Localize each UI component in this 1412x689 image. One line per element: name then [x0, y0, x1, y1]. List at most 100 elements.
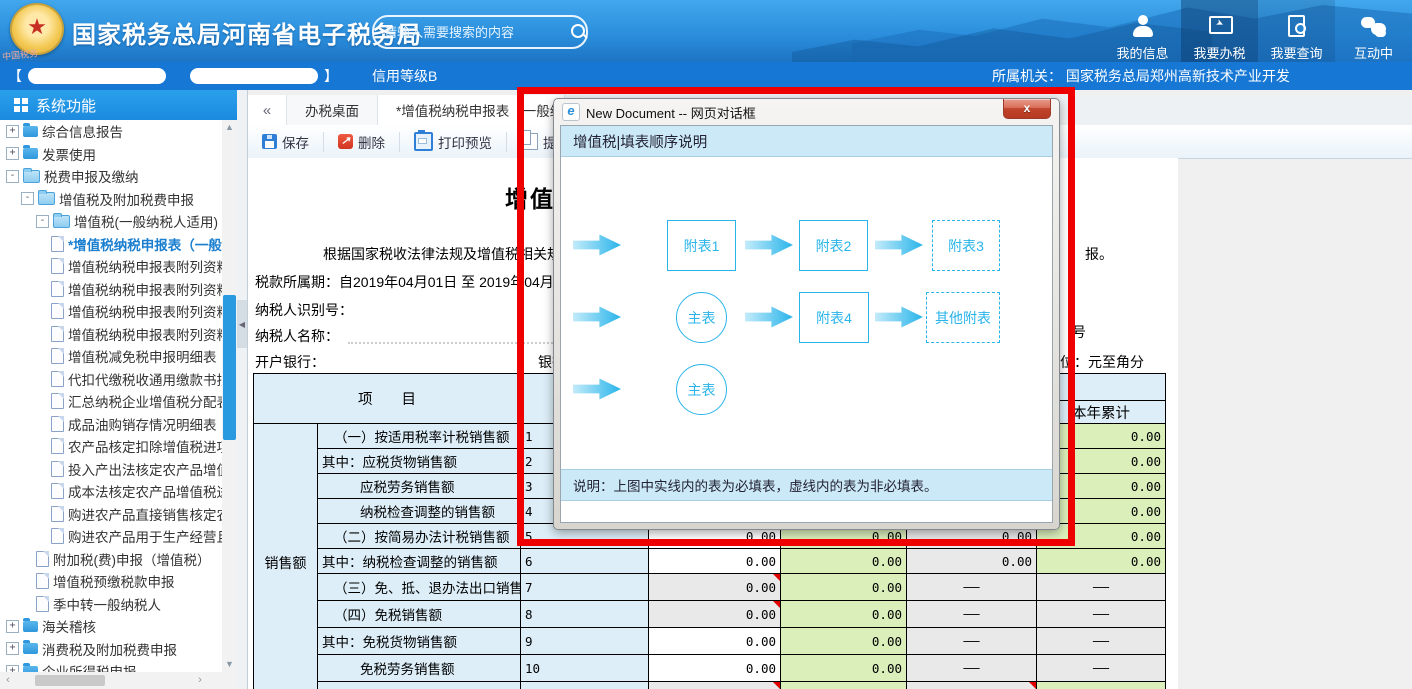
sidebar-item[interactable]: 季中转一般纳税人 [0, 593, 222, 616]
value-cell-y1: 0.00 [781, 574, 907, 601]
popup-dialog: e New Document -- 网页对话框 x 增值税|填表顺序说明 附表1… [553, 98, 1060, 530]
row-number-cell [521, 682, 649, 689]
file-icon [36, 573, 49, 589]
sidebar-vertical-scrollbar[interactable]: ▲ ▼ [222, 120, 237, 672]
tree-toggle-icon[interactable]: - [21, 192, 34, 205]
value-cell-y1: 0.00 [781, 655, 907, 682]
category-cell: 销售额 [254, 424, 318, 689]
value-cell-m1[interactable]: 0.00 [649, 655, 781, 682]
sidebar-item[interactable]: -税费申报及缴纳 [0, 165, 222, 188]
scroll-up-icon[interactable]: ▲ [222, 120, 237, 135]
search-box[interactable] [372, 15, 588, 49]
flow-arrow-icon [745, 305, 793, 329]
search-input[interactable] [374, 25, 570, 40]
value-cell-y1: 0.00 [781, 549, 907, 574]
sidebar-item[interactable]: 购进农产品用于生产经营且 [0, 525, 222, 548]
file-icon [36, 551, 49, 567]
sidebar-item-label: 附加税(费)申报（增值税） [53, 549, 211, 569]
toolbar-button-label: 打印预览 [438, 132, 492, 152]
sidebar-item[interactable]: 增值税纳税申报表附列资料 [0, 300, 222, 323]
tree-toggle-icon[interactable]: - [6, 170, 19, 183]
toolbar-button-3[interactable]: 打印预览 [400, 132, 507, 152]
value-cell-m2: —— [907, 601, 1037, 628]
print-icon [414, 132, 433, 151]
scroll-down-icon[interactable]: ▼ [222, 657, 237, 672]
sidebar-item[interactable]: 成本法核定农产品增值税进 [0, 480, 222, 503]
file-icon [51, 236, 64, 252]
sidebar-item[interactable]: 购进农产品直接销售核定农 [0, 503, 222, 526]
nav-item-4[interactable]: 互动中 [1335, 0, 1412, 62]
sidebar-item[interactable]: *增值税纳税申报表（一般 [0, 233, 222, 256]
table-row: （三）免、抵、退办法出口销售额70.000.00———— [254, 574, 1166, 601]
sidebar-item[interactable]: 代扣代缴税收通用缴款书抵 [0, 368, 222, 391]
dialog-close-button[interactable]: x [1003, 99, 1051, 119]
sidebar-item[interactable]: +消费税及附加税费申报 [0, 638, 222, 661]
sidebar-item[interactable]: 成品油购销存情况明细表 [0, 413, 222, 436]
value-cell-m1: 0.00 [649, 601, 781, 628]
scrollbar-thumb-horizontal[interactable] [35, 675, 105, 686]
sidebar-item-label: 汇总纳税企业增值税分配表 [68, 391, 222, 411]
sidebar-item[interactable]: 附加税(费)申报（增值税） [0, 548, 222, 571]
sidebar-item[interactable]: 增值税预缴税款申报 [0, 570, 222, 593]
sidebar-item[interactable]: 增值税纳税申报表附列资料 [0, 278, 222, 301]
value-cell-m1[interactable]: 0.00 [649, 549, 781, 574]
tree-toggle-icon[interactable]: + [6, 125, 19, 138]
sidebar-item[interactable]: 农产品核定扣除增值税进项 [0, 435, 222, 458]
sidebar-item[interactable]: 汇总纳税企业增值税分配表 [0, 390, 222, 413]
flow-arrow-icon [745, 233, 793, 257]
nav-item-1[interactable]: 我的信息 [1104, 0, 1181, 62]
tree-toggle-icon[interactable]: + [6, 642, 19, 655]
search-icon[interactable] [570, 23, 578, 41]
value-cell-m2: —— [907, 628, 1037, 655]
row-label-cell: 纳税检查调整的销售额 [318, 499, 521, 524]
nav-item-2[interactable]: 我要办税 [1181, 0, 1258, 62]
flow-node-attachment: 其他附表 [926, 292, 1000, 343]
value-cell-y2: —— [1037, 628, 1166, 655]
sidebar-header[interactable]: 系统功能 [0, 90, 237, 120]
folder-icon [23, 643, 38, 654]
top-banner: 中国税务 国家税务总局河南省电子税务局 我的信息我要办税我要查询互动中 [0, 0, 1412, 62]
sidebar-item[interactable]: 增值税纳税申报表附列资料 [0, 323, 222, 346]
nav-item-3[interactable]: 我要查询 [1258, 0, 1335, 62]
ie-icon: e [562, 103, 580, 121]
tree-toggle-icon[interactable]: + [6, 620, 19, 633]
value-cell-m1[interactable]: 0.00 [649, 628, 781, 655]
sidebar-item-label: 增值税纳税申报表附列资料 [68, 256, 222, 276]
file-icon [51, 461, 64, 477]
tree-toggle-icon[interactable]: + [6, 147, 19, 160]
sidebar-item[interactable]: 投入产出法核定农产品增值 [0, 458, 222, 481]
table-row [254, 682, 1166, 689]
form-intro-right: 报。 [1085, 244, 1113, 264]
tab-2[interactable]: *增值税纳税申报表（一般纳税人适 [378, 95, 565, 125]
dialog-note: 说明：上图中实线内的表为必填表，虚线内的表为非必填表。 [561, 469, 1052, 501]
row-label-cell: 免税劳务销售额 [318, 655, 521, 682]
value-cell-m1 [649, 682, 781, 689]
scrollbar-thumb[interactable] [223, 295, 236, 440]
taxpayer-name-label: 纳税人名称： [255, 326, 339, 346]
sidebar-horizontal-scrollbar[interactable]: ‹ › [0, 672, 237, 689]
monitor-icon [1207, 15, 1233, 39]
scroll-right-icon[interactable]: › [192, 672, 208, 689]
sidebar-item[interactable]: +综合信息报告 [0, 120, 222, 143]
sidebar-item[interactable]: 增值税纳税申报表附列资料 [0, 255, 222, 278]
sidebar-item[interactable]: 增值税减免税申报明细表（ [0, 345, 222, 368]
toolbar-button-1[interactable]: 保存 [248, 132, 324, 152]
tree-toggle-icon[interactable]: + [6, 665, 19, 672]
value-cell-m2: —— [907, 655, 1037, 682]
sidebar-item[interactable]: +企业所得税申报 [0, 660, 222, 672]
sidebar-item[interactable]: +海关稽核 [0, 615, 222, 638]
sidebar-collapse-handle[interactable]: ◀ [237, 300, 247, 348]
collapse-tabs-icon[interactable]: « [248, 95, 287, 125]
scroll-left-icon[interactable]: ‹ [0, 672, 16, 689]
sidebar-item[interactable]: +发票使用 [0, 143, 222, 166]
nav-item-label: 我要办税 [1193, 43, 1245, 62]
dialog-title-bar[interactable]: e New Document -- 网页对话框 [554, 99, 1059, 125]
toolbar-button-2[interactable]: 删除 [324, 132, 400, 152]
tree-toggle-icon[interactable]: - [36, 215, 49, 228]
sidebar-item[interactable]: -增值税(一般纳税人适用) [0, 210, 222, 233]
file-icon [51, 371, 64, 387]
tab-1[interactable]: 办税桌面 [287, 95, 378, 125]
file-icon [36, 596, 49, 612]
sidebar-item[interactable]: -增值税及附加税费申报 [0, 188, 222, 211]
file-icon [51, 438, 64, 454]
